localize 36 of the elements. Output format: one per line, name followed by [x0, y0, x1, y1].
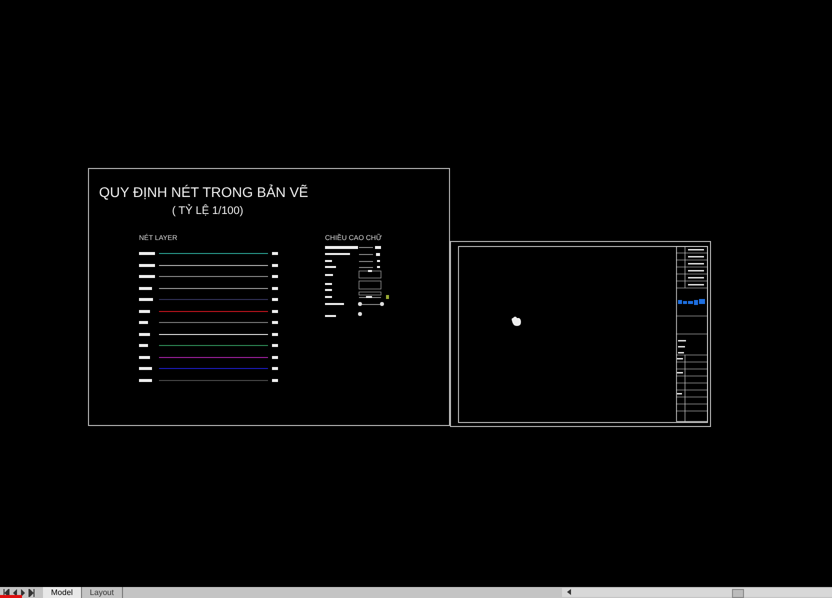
- layer-name-mark: [139, 344, 148, 348]
- line-weight-mark: [272, 332, 278, 336]
- layer-name-mark: [139, 275, 155, 278]
- layer-name-mark: [139, 378, 152, 382]
- layout-tab[interactable]: Layout: [82, 587, 123, 598]
- previous-tab-icon[interactable]: [12, 588, 18, 596]
- last-tab-icon[interactable]: [28, 588, 35, 596]
- drawing-title: QUY ĐỊNH NÉT TRONG BẢN VẼ: [99, 184, 308, 200]
- line-weight-mark: [272, 378, 278, 382]
- line-weight-mark: [272, 252, 278, 256]
- line-weight-mark: [272, 321, 278, 324]
- scroll-left-icon[interactable]: [567, 589, 572, 595]
- line-weight-mark: [272, 298, 278, 302]
- layer-name-mark: [139, 321, 148, 324]
- layer-name-mark: [139, 332, 150, 336]
- layer-name-mark: [139, 298, 153, 302]
- horizontal-scrollbar[interactable]: [562, 588, 832, 597]
- scroll-thumb[interactable]: [732, 589, 744, 598]
- layer-name-mark: [139, 367, 152, 370]
- layer-name-mark: [139, 286, 152, 290]
- layer-name-mark: [139, 310, 150, 313]
- line-weight-mark: [272, 286, 278, 290]
- layer-name-mark: [139, 252, 155, 256]
- layer-name-mark: [139, 264, 155, 267]
- layer-name-mark: [139, 356, 150, 359]
- layout-tab[interactable]: Model: [43, 587, 82, 598]
- line-weight-mark: [272, 344, 278, 348]
- pan-hand-icon: [510, 316, 522, 327]
- drawing-subtitle: ( TỶ LỆ 1/100): [172, 205, 244, 217]
- next-tab-icon[interactable]: [20, 588, 26, 596]
- line-weight-mark: [272, 275, 278, 278]
- line-weight-mark: [272, 310, 278, 313]
- line-weight-mark: [272, 264, 278, 267]
- line-weight-mark: [272, 356, 278, 359]
- line-weight-mark: [272, 367, 278, 370]
- first-tab-icon[interactable]: [3, 588, 10, 596]
